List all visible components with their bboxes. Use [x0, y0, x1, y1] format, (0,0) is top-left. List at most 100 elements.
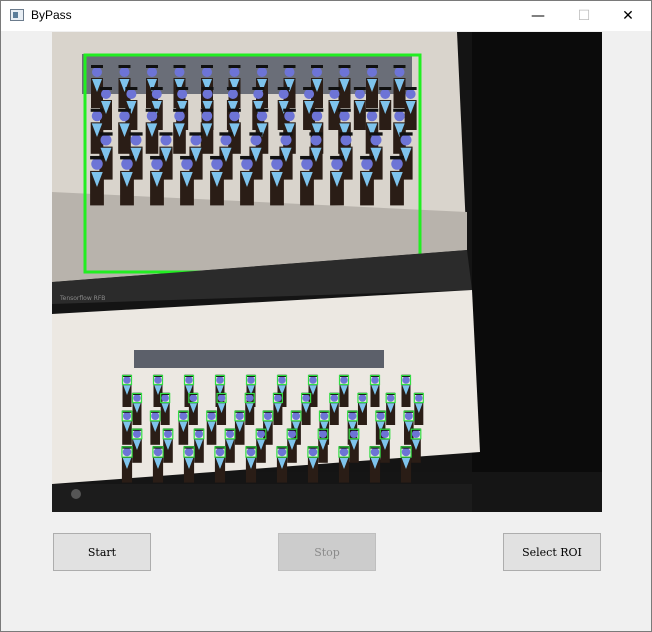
graduate-face	[380, 89, 391, 99]
close-button[interactable]: ✕	[605, 1, 651, 31]
graduate-cap	[379, 87, 392, 90]
graduate-face	[371, 376, 379, 384]
graduate-cap	[146, 65, 158, 68]
graduate-face	[354, 89, 365, 99]
graduate-cap	[189, 132, 203, 136]
graduate-face	[339, 110, 350, 122]
graduate-face	[133, 394, 141, 402]
graduate-face	[245, 394, 254, 402]
graduate-face	[235, 412, 244, 420]
graduate-face	[101, 89, 111, 99]
graduate-face	[284, 67, 295, 77]
graduate-face	[202, 67, 212, 77]
graduate-cap	[129, 132, 143, 136]
start-button[interactable]: Start	[53, 533, 151, 571]
graduate-cap	[404, 87, 417, 90]
graduate-cap	[270, 155, 284, 160]
stop-button: Stop	[278, 533, 376, 571]
graduate-face	[329, 89, 340, 99]
graduate-cap	[201, 65, 213, 68]
graduate-face	[284, 110, 295, 122]
graduate-face	[312, 67, 322, 77]
graduate-face	[190, 134, 202, 146]
graduate-face	[292, 412, 301, 420]
graduate-cap	[390, 155, 404, 160]
graduate-face	[319, 430, 327, 438]
graduate-cap	[159, 132, 173, 136]
graduate-cap	[90, 108, 104, 112]
lower-building-band	[134, 350, 384, 368]
graduate-cap	[150, 87, 163, 90]
minimize-icon: —	[531, 8, 545, 24]
graduate-face	[123, 376, 131, 384]
graduate-face	[366, 110, 378, 122]
graduate-cap	[145, 108, 159, 112]
graduate-face	[339, 67, 350, 77]
graduate-cap	[180, 155, 194, 160]
graduate-face	[153, 447, 163, 457]
graduate-face	[100, 134, 112, 146]
graduate-face	[207, 412, 216, 420]
graduate-face	[92, 67, 102, 77]
minimize-button[interactable]: —	[515, 1, 561, 31]
graduate-face	[154, 376, 162, 384]
graduate-face	[195, 430, 203, 438]
graduate-cap	[118, 108, 131, 112]
camera-frame: Tensorflow RFB	[52, 32, 602, 512]
graduate-face	[274, 394, 282, 402]
graduate-face	[412, 430, 420, 438]
graduate-cap	[240, 155, 254, 160]
graduate-cap	[365, 108, 379, 112]
graduate-face	[401, 447, 411, 457]
graduate-face	[227, 89, 238, 99]
graduate-cap	[330, 155, 344, 160]
graduate-cap	[118, 65, 131, 68]
graduate-cap	[201, 87, 214, 90]
graduate-face	[174, 67, 185, 77]
graduate-face	[331, 158, 343, 170]
graduate-face	[367, 67, 377, 77]
screen-taskbar	[52, 484, 472, 512]
graduate-face	[278, 89, 289, 99]
graduate-cap	[99, 132, 113, 136]
title-bar[interactable]: ByPass — ☐ ✕	[1, 1, 651, 31]
graduate-face	[340, 134, 352, 146]
graduate-cap	[255, 108, 269, 112]
graduate-face	[151, 158, 163, 170]
graduate-face	[339, 447, 349, 457]
graduate-face	[161, 394, 169, 402]
graduate-cap	[309, 132, 323, 136]
graduate-cap	[256, 65, 268, 68]
graduate-face	[201, 110, 213, 122]
maximize-icon: ☐	[577, 8, 591, 24]
graduate-cap	[173, 108, 186, 112]
graduate-face	[376, 412, 385, 420]
graduate-face	[302, 394, 310, 402]
graduate-face	[381, 430, 389, 438]
graduate-face	[229, 110, 240, 122]
graduate-face	[310, 134, 322, 146]
graduate-face	[278, 376, 286, 384]
select-roi-button[interactable]: Select ROI	[503, 533, 601, 571]
graduate-face	[151, 412, 160, 420]
graduate-face	[340, 376, 348, 384]
graduate-face	[146, 110, 158, 122]
graduate-face	[220, 134, 232, 146]
graduate-face	[215, 447, 225, 457]
graduate-cap	[252, 87, 265, 90]
graduate-face	[370, 134, 382, 146]
graduate-cap	[279, 132, 293, 136]
graduate-face	[280, 134, 292, 146]
graduate-cap	[120, 155, 134, 160]
graduate-cap	[228, 65, 241, 68]
graduate-face	[177, 89, 188, 99]
graduate-face	[126, 89, 137, 99]
graduate-cap	[200, 108, 214, 112]
graduate-cap	[393, 108, 406, 112]
video-feed[interactable]: Tensorflow RFB	[52, 32, 602, 512]
graduate-cap	[100, 87, 112, 90]
graduate-face	[250, 134, 262, 146]
graduate-cap	[249, 132, 263, 136]
graduate-face	[174, 110, 185, 122]
graduate-face	[253, 89, 264, 99]
